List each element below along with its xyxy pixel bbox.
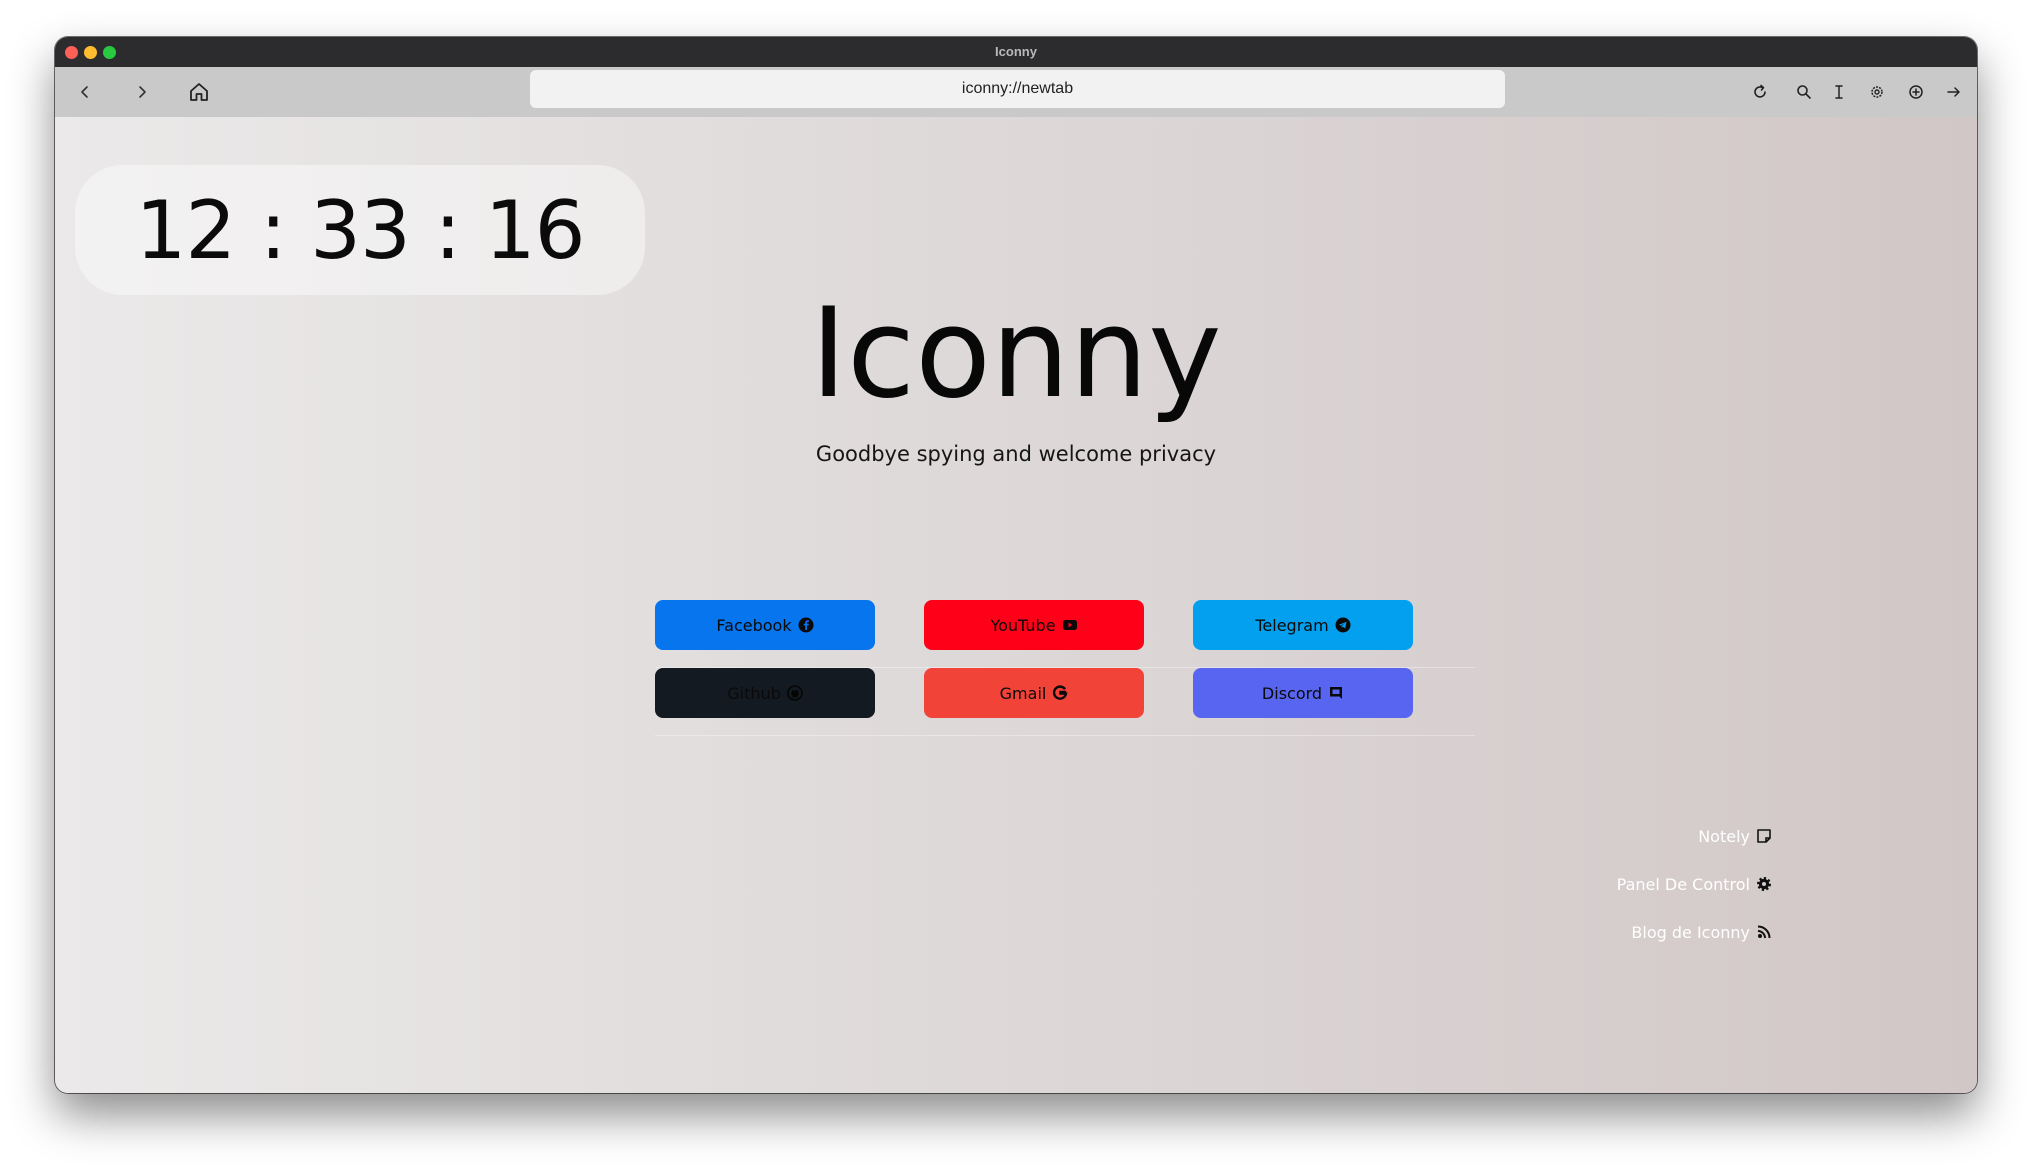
tagline: Goodbye spying and welcome privacy [815, 442, 1217, 466]
reader-button[interactable] [1827, 67, 1851, 117]
youtube-icon [1062, 617, 1078, 633]
search-icon [1797, 85, 1811, 99]
gmail-button[interactable]: Gmail [924, 668, 1144, 718]
forward-button[interactable] [127, 67, 157, 117]
shortcut-row: Facebook YouTube Telegram [655, 600, 1475, 668]
github-button[interactable]: Github [655, 668, 875, 718]
clock-widget: 12 : 33 : 16 [75, 165, 645, 295]
facebook-icon [798, 617, 814, 633]
shortcut-grid: Facebook YouTube Telegram Github Gmail D… [655, 600, 1475, 736]
shortcut-label: Github [727, 683, 781, 703]
add-circle-icon [1909, 85, 1923, 99]
window-title: Iconny [995, 44, 1037, 59]
iconny-blog-link[interactable]: Blog de Iconny [1617, 908, 1772, 956]
shortcut-label: Telegram [1255, 615, 1329, 635]
shortcut-row: Github Gmail Discord [655, 668, 1475, 736]
back-button[interactable] [70, 67, 100, 117]
reload-button[interactable] [1747, 67, 1773, 117]
rss-icon [1756, 924, 1772, 940]
title-bar: Iconny [55, 37, 1977, 67]
shortcut-label: Gmail [999, 683, 1047, 703]
brand-title: Iconny [810, 282, 1222, 426]
gear-icon [1756, 876, 1772, 892]
side-link-label: Panel De Control [1616, 874, 1750, 894]
browser-window: Iconny 12 : 33 : 16 [55, 37, 1977, 1093]
discord-icon [1328, 685, 1344, 701]
side-links: Notely Panel De Control Blog de Iconny [1617, 812, 1772, 956]
text-cursor-icon [1835, 85, 1843, 99]
address-bar[interactable] [530, 70, 1505, 108]
reload-icon [1754, 84, 1766, 98]
telegram-icon [1335, 617, 1351, 633]
discord-button[interactable]: Discord [1193, 668, 1413, 718]
gear-icon [1871, 86, 1883, 98]
github-icon [786, 685, 803, 701]
notely-link[interactable]: Notely [1617, 812, 1772, 860]
shortcut-label: Discord [1261, 683, 1323, 703]
shortcut-label: YouTube [990, 615, 1056, 635]
home-icon [190, 83, 208, 101]
browser-toolbar [55, 67, 1977, 117]
side-link-label: Blog de Iconny [1631, 922, 1750, 942]
settings-button[interactable] [1865, 67, 1889, 117]
facebook-button[interactable]: Facebook [655, 600, 875, 650]
telegram-button[interactable]: Telegram [1193, 600, 1413, 650]
control-panel-link[interactable]: Panel De Control [1617, 860, 1772, 908]
shortcut-label: Facebook [716, 615, 792, 635]
go-button[interactable] [1942, 67, 1966, 117]
home-button[interactable] [184, 67, 214, 117]
new-tab-page: 12 : 33 : 16 Iconny Goodbye spying and w… [55, 117, 1977, 1093]
google-icon [1052, 685, 1068, 701]
arrow-right-icon [1947, 87, 1960, 97]
youtube-button[interactable]: YouTube [924, 600, 1144, 650]
chevron-right-icon [139, 86, 146, 98]
new-tab-button[interactable] [1904, 67, 1928, 117]
note-icon [1756, 828, 1772, 844]
chevron-left-icon [81, 86, 88, 98]
search-button[interactable] [1792, 67, 1816, 117]
side-link-label: Notely [1698, 826, 1750, 846]
